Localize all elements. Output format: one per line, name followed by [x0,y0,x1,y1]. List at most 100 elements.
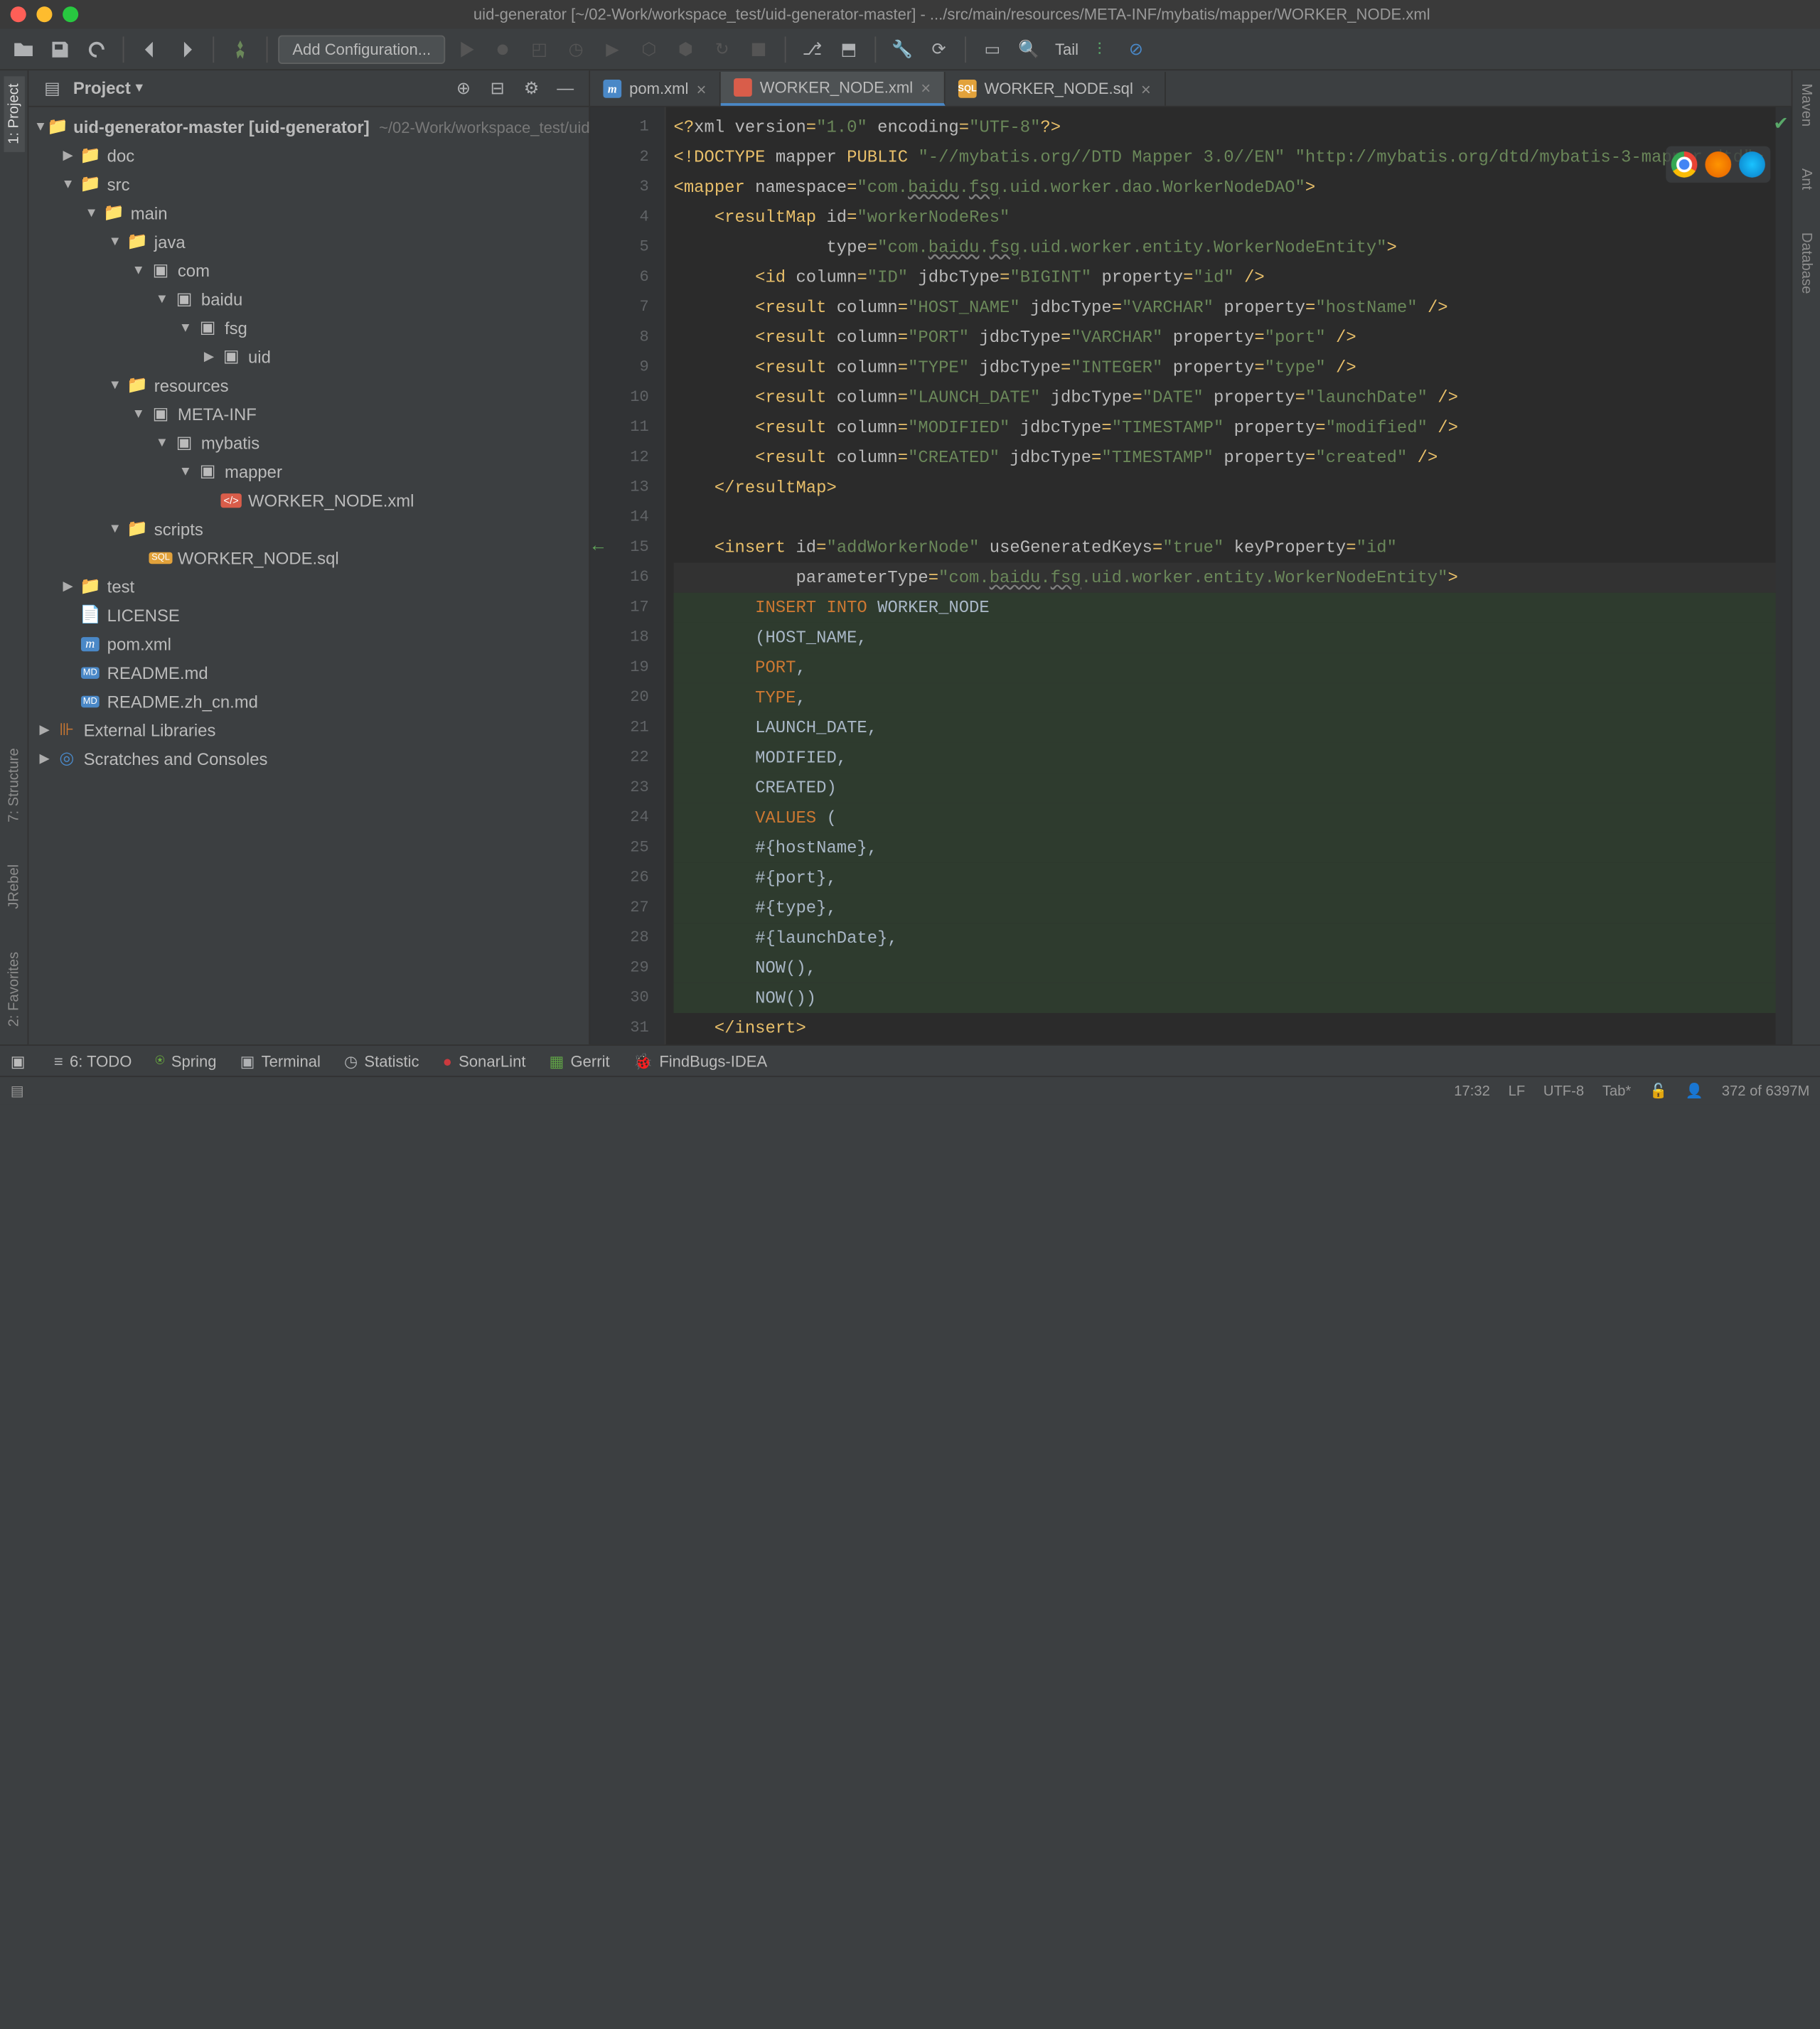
tree-item[interactable]: ▼▣baidu [28,284,589,313]
sync-settings-icon[interactable]: ⟳ [924,33,955,65]
tree-item[interactable]: ▼▣mapper [28,457,589,486]
update-project-icon[interactable]: ⬒ [833,33,864,65]
editor-tab[interactable]: mpom.xml× [590,72,721,106]
tree-item[interactable]: ▼▣com [28,256,589,284]
stripe-favorites[interactable]: 2: Favorites [4,943,24,1034]
status-line-ending[interactable]: LF [1509,1083,1526,1098]
close-window-button[interactable] [11,6,26,22]
status-encoding[interactable]: UTF-8 [1543,1083,1584,1098]
tree-ext-libs[interactable]: ▶ ⊪ External Libraries [28,715,589,744]
tree-item[interactable]: ▼📁java [28,227,589,256]
tree-root[interactable]: ▼ 📁 uid-generator-master [uid-generator]… [28,112,589,141]
stripe-jrebel[interactable]: JRebel [4,857,24,917]
status-lock-icon[interactable]: 🔓 [1649,1082,1667,1099]
panel-title[interactable]: Project ▾ [73,78,443,98]
tree-item[interactable]: ▼📁resources [28,371,589,400]
build-icon[interactable] [225,33,256,65]
editor-code[interactable]: <?xml version="1.0" encoding="UTF-8"?><!… [666,107,1792,1045]
run-anything-icon[interactable]: ▶ [596,33,628,65]
hide-panel-icon[interactable]: — [552,75,579,102]
editor-gutter[interactable]: 1234567891011121314←15161718192021222324… [590,107,666,1045]
debug-icon[interactable] [487,33,518,65]
folder-src-icon: 📁 [125,231,149,252]
stripe-ant[interactable]: Ant [1796,161,1816,198]
tree-item[interactable]: ▼▣META-INF [28,400,589,428]
close-tab-icon[interactable]: × [1141,79,1151,99]
status-stripe[interactable]: ✔ [1776,107,1792,1045]
file-icon: 📄 [78,604,102,625]
stripe-project[interactable]: 1: Project [4,76,24,152]
md-icon: MD [78,695,102,707]
bottom-tool-statistic[interactable]: ◷Statistic [344,1051,419,1070]
tree-item[interactable]: ▶▣uid [28,342,589,370]
status-memory[interactable]: 372 of 6397M [1722,1083,1810,1098]
bottom-tool-terminal[interactable]: ▣Terminal [240,1051,321,1070]
open-file-icon[interactable] [8,33,39,65]
tree-item[interactable]: ▼📁src [28,170,589,198]
bottom-tool-findbugsidea[interactable]: 🐞FindBugs-IDEA [633,1051,768,1070]
safari-icon[interactable] [1739,151,1765,178]
tree-item[interactable]: MDREADME.zh_cn.md [28,687,589,715]
hotswap-icon[interactable]: ↻ [707,33,738,65]
panel-view-icon[interactable]: ▤ [39,75,65,102]
stripe-maven[interactable]: Maven [1796,76,1816,135]
run-config-button[interactable]: Add Configuration... [278,35,445,63]
search-everywhere-icon[interactable]: 🔍 [1013,33,1044,65]
bottom-tool-todo[interactable]: ≡6: TODO [54,1051,132,1070]
bottom-tool-gerrit[interactable]: ▦Gerrit [550,1051,610,1070]
tail-label[interactable]: Tail [1055,40,1078,58]
stripe-structure[interactable]: 7: Structure [4,741,24,830]
tree-item[interactable]: ▶📁doc [28,141,589,169]
firefox-icon[interactable] [1705,151,1731,178]
bottom-tool-spring[interactable]: ⍟Spring [155,1051,216,1071]
bottom-tool-sonarlint[interactable]: ●SonarLint [443,1051,526,1070]
save-icon[interactable] [44,33,75,65]
sync-icon[interactable] [81,33,112,65]
window-title: uid-generator [~/02-Work/workspace_test/… [94,5,1809,23]
editor-tab[interactable]: SQLWORKER_NODE.sql× [945,72,1165,106]
folder-res-icon: 📁 [125,518,149,539]
status-man-icon[interactable]: 👤 [1686,1082,1703,1099]
tool-window-quick-access-icon[interactable]: ▣ [11,1051,26,1070]
forward-icon[interactable] [171,33,203,65]
panel-settings-icon[interactable]: ⚙ [518,75,545,102]
vcs-icon[interactable]: ⎇ [796,33,828,65]
status-hint-icon[interactable]: ▤ [11,1082,24,1099]
tree-item[interactable]: </>WORKER_NODE.xml [28,486,589,514]
chrome-icon[interactable] [1671,151,1698,178]
minimize-window-button[interactable] [36,6,52,22]
maximize-window-button[interactable] [63,6,78,22]
attach-debug-icon[interactable]: ⬡ [633,33,665,65]
run-dashboard-icon[interactable]: ⬢ [670,33,701,65]
sql-file-icon: SQL [958,80,977,98]
toolbar: Add Configuration... ◰ ◷ ▶ ⬡ ⬢ ↻ ⎇ ⬒ 🔧 ⟳… [0,28,1820,70]
stop-icon[interactable] [743,33,774,65]
back-icon[interactable] [134,33,166,65]
tree-item[interactable]: ▼▣fsg [28,314,589,342]
profile-icon[interactable]: ◷ [560,33,592,65]
heartbeat-icon[interactable]: ⫶ [1083,33,1115,65]
editor-tab[interactable]: WORKER_NODE.xml× [721,72,946,106]
tree-item[interactable]: mpom.xml [28,629,589,658]
folder-res-icon: 📁 [125,375,149,395]
tree-item[interactable]: 📄LICENSE [28,601,589,629]
presentation-icon[interactable]: ▭ [977,33,1008,65]
tree-item[interactable]: MDREADME.md [28,658,589,687]
stripe-database[interactable]: Database [1796,224,1816,301]
close-tab-icon[interactable]: × [696,79,706,99]
project-tree[interactable]: ▼ 📁 uid-generator-master [uid-generator]… [28,107,589,1045]
tree-item[interactable]: ▼📁scripts [28,515,589,543]
close-tab-icon[interactable]: × [921,77,931,97]
tree-scratches[interactable]: ▶ ◎ Scratches and Consoles [28,744,589,773]
locate-file-icon[interactable]: ⊕ [451,75,477,102]
status-tab[interactable]: Tab* [1602,1083,1631,1098]
tree-item[interactable]: ▶📁test [28,572,589,600]
coverage-icon[interactable]: ◰ [524,33,555,65]
settings-icon[interactable]: 🔧 [887,33,918,65]
tree-item[interactable]: ▼📁main [28,198,589,227]
run-icon[interactable] [451,33,482,65]
block-icon[interactable]: ⊘ [1120,33,1152,65]
tree-item[interactable]: SQLWORKER_NODE.sql [28,543,589,572]
collapse-all-icon[interactable]: ⊟ [484,75,510,102]
tree-item[interactable]: ▼▣mybatis [28,428,589,456]
